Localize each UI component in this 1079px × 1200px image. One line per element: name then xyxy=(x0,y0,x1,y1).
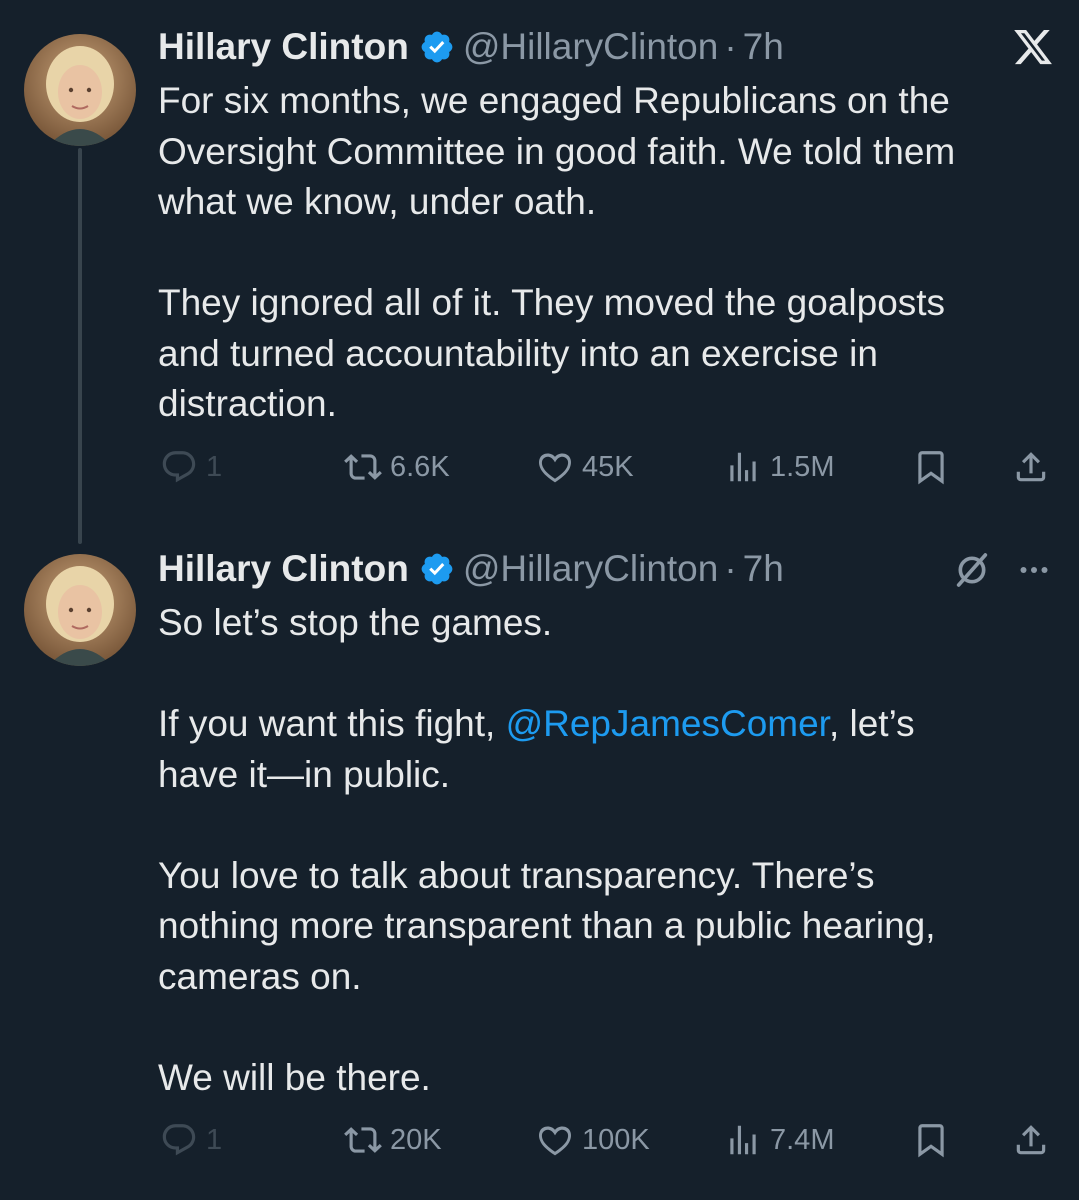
repost-button[interactable]: 20K xyxy=(344,1110,442,1170)
text-line: distraction. xyxy=(158,383,337,424)
author-name[interactable]: Hillary Clinton xyxy=(158,548,409,590)
tweet-actions: 1 20K 100K 7.4M xyxy=(0,1110,1079,1170)
tweet-actions: 1 6.6K 45K 1.5M xyxy=(0,437,1079,497)
text-fragment: If you want this fight, xyxy=(158,703,506,744)
text-line: cameras on. xyxy=(158,955,362,997)
views-icon xyxy=(730,1125,756,1155)
share-button[interactable] xyxy=(1012,1110,1058,1170)
repost-count: 20K xyxy=(390,1123,442,1156)
text-line: You love to talk about transparency. The… xyxy=(158,854,875,896)
bookmark-button[interactable] xyxy=(912,437,958,497)
share-button[interactable] xyxy=(1012,437,1058,497)
separator-dot: · xyxy=(724,26,737,67)
text-line: nothing more transparent than a public h… xyxy=(158,905,936,946)
author-handle[interactable]: @HillaryClinton xyxy=(463,26,719,68)
tweet-text: So let’s stop the games. If you want thi… xyxy=(158,598,1038,1103)
reply-button[interactable]: 1 xyxy=(160,437,222,497)
grok-icon[interactable] xyxy=(952,550,992,590)
share-icon xyxy=(1016,1125,1046,1155)
reply-button[interactable]: 1 xyxy=(160,1110,222,1170)
avatar[interactable] xyxy=(24,34,136,146)
text-line: Oversight Committee in good faith. We to… xyxy=(158,130,956,172)
text-line: have it—in public. xyxy=(158,753,451,795)
tweet-header: Hillary Clinton @HillaryClinton · 7h xyxy=(158,19,784,75)
text-line: what we know, under oath. xyxy=(158,181,597,222)
like-button[interactable]: 100K xyxy=(536,1110,650,1170)
reply-count: 1 xyxy=(206,1123,223,1156)
text-line: We will be there. xyxy=(158,1056,431,1098)
reply-count: 1 xyxy=(206,450,223,483)
views-button[interactable]: 7.4M xyxy=(724,1110,834,1170)
verified-badge-icon xyxy=(421,31,453,63)
bookmark-button[interactable] xyxy=(912,1110,958,1170)
text-line: They ignored all of it. They moved the g… xyxy=(158,282,946,323)
verified-badge-icon xyxy=(421,553,453,585)
views-count: 7.4M xyxy=(770,1123,835,1156)
bookmark-icon xyxy=(918,1124,944,1158)
repost-count: 6.6K xyxy=(390,450,450,483)
reply-icon xyxy=(162,1124,196,1156)
repost-icon xyxy=(344,1127,382,1153)
views-count: 1.5M xyxy=(770,450,835,483)
text-line: and turned accountability into an exerci… xyxy=(158,332,878,374)
more-icon[interactable] xyxy=(1014,552,1054,588)
x-logo-icon[interactable] xyxy=(1012,26,1054,68)
avatar[interactable] xyxy=(24,554,136,666)
tweet-text: For six months, we engaged Republicans o… xyxy=(158,76,1038,430)
timestamp[interactable]: 7h xyxy=(743,548,784,590)
text-line: For six months, we engaged Republicans o… xyxy=(158,80,950,121)
repost-icon xyxy=(344,454,382,480)
mention-link[interactable]: @RepJamesComer xyxy=(506,703,829,744)
bookmark-icon xyxy=(918,451,944,485)
timestamp[interactable]: 7h xyxy=(743,26,784,68)
share-icon xyxy=(1016,452,1046,482)
text-fragment: , let’s xyxy=(828,703,915,744)
like-icon xyxy=(539,1126,571,1156)
like-count: 100K xyxy=(582,1123,650,1156)
separator-dot: · xyxy=(724,548,737,589)
author-handle[interactable]: @HillaryClinton xyxy=(463,548,719,590)
views-icon xyxy=(730,452,756,482)
tweet-header: Hillary Clinton @HillaryClinton · 7h xyxy=(158,541,784,597)
text-line: If you want this fight, @RepJamesComer, … xyxy=(158,699,1038,750)
like-count: 45K xyxy=(582,450,634,483)
reply-icon xyxy=(162,451,196,483)
repost-button[interactable]: 6.6K xyxy=(344,437,450,497)
text-line: So let’s stop the games. xyxy=(158,602,553,643)
like-button[interactable]: 45K xyxy=(536,437,634,497)
views-button[interactable]: 1.5M xyxy=(724,437,834,497)
author-name[interactable]: Hillary Clinton xyxy=(158,26,409,68)
like-icon xyxy=(539,453,571,483)
